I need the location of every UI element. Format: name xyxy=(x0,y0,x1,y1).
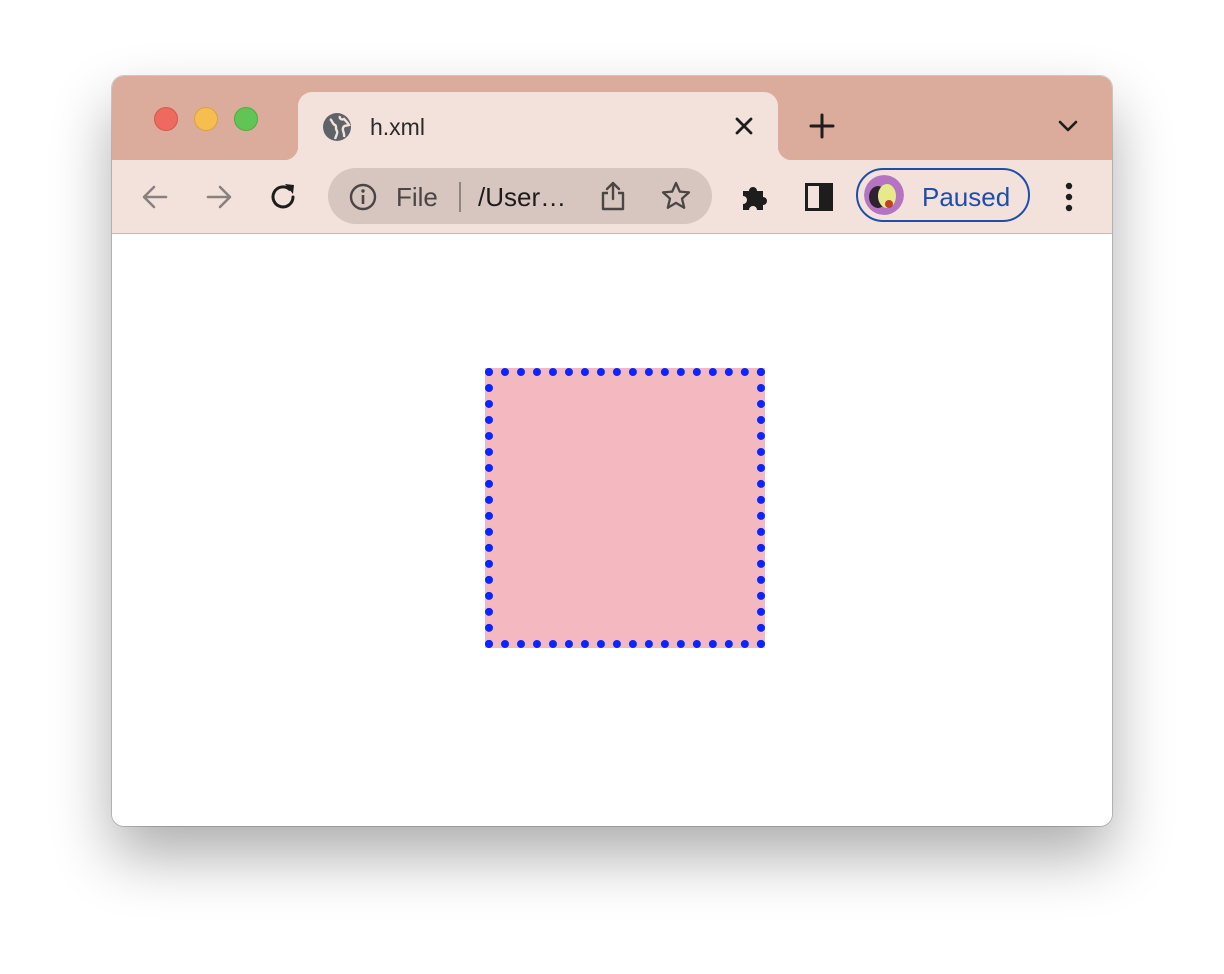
side-panel-icon[interactable] xyxy=(802,180,836,214)
minimize-window-button[interactable] xyxy=(194,107,218,131)
globe-icon xyxy=(323,113,351,141)
avatar xyxy=(864,175,904,215)
info-icon[interactable] xyxy=(348,182,378,212)
tab-strip: h.xml xyxy=(112,76,1112,160)
new-tab-icon[interactable] xyxy=(808,112,836,140)
forward-arrow-icon[interactable] xyxy=(202,180,236,214)
back-arrow-icon[interactable] xyxy=(138,180,172,214)
dotted-bordered-box xyxy=(485,368,765,648)
active-tab[interactable]: h.xml xyxy=(284,92,792,160)
close-window-button[interactable] xyxy=(154,107,178,131)
reload-icon[interactable] xyxy=(266,180,300,214)
url-scheme-label: File xyxy=(396,182,438,212)
address-bar[interactable]: File /Users/... xyxy=(328,168,712,224)
share-icon[interactable] xyxy=(598,180,628,212)
close-tab-icon[interactable] xyxy=(732,114,756,138)
chevron-down-icon[interactable] xyxy=(1056,116,1080,136)
page-content xyxy=(112,234,1112,826)
profile-button[interactable]: Paused xyxy=(856,168,1030,222)
url-text[interactable]: /Users/... xyxy=(478,182,578,213)
zoom-window-button[interactable] xyxy=(234,107,258,131)
browser-window: h.xml File /Users/... Paused xyxy=(112,76,1112,826)
toolbar: File /Users/... Paused xyxy=(112,160,1112,234)
star-icon[interactable] xyxy=(660,180,692,212)
profile-status-label: Paused xyxy=(922,182,1011,212)
puzzle-icon[interactable] xyxy=(738,180,772,214)
tab-title: h.xml xyxy=(370,114,425,140)
url-divider xyxy=(459,182,461,212)
kebab-menu-icon[interactable] xyxy=(1052,180,1086,214)
